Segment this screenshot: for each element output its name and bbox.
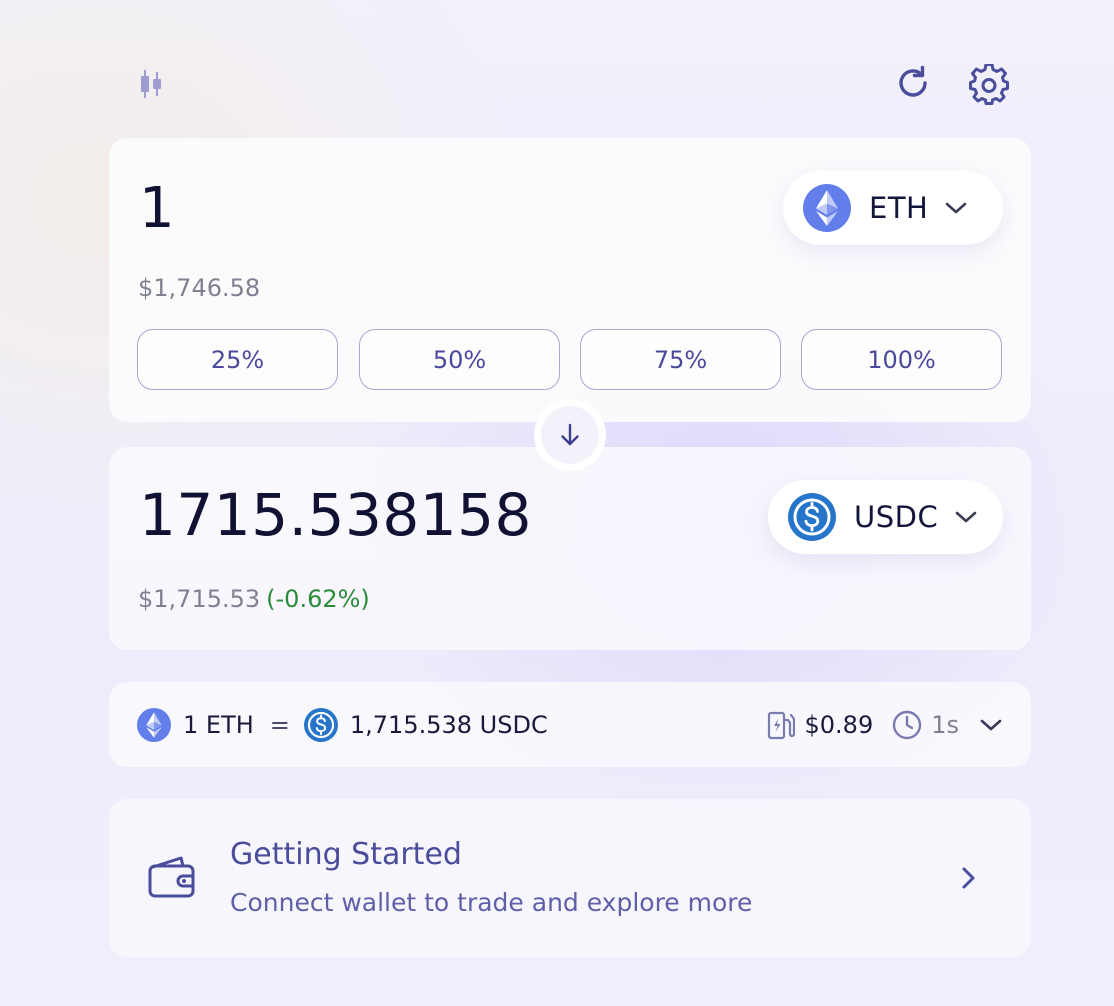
eth-icon: [803, 184, 851, 232]
percent-75-button[interactable]: 75%: [580, 329, 781, 390]
sell-token-selector[interactable]: ETH: [783, 171, 1003, 245]
buy-amount-output: 1715.538158: [139, 481, 532, 549]
candlestick-icon: [141, 70, 161, 98]
rate-equals: =: [269, 710, 290, 739]
chevron-down-icon: [946, 202, 967, 214]
sell-amount-input[interactable]: 1: [139, 174, 175, 244]
rate-from: 1 ETH: [183, 710, 254, 739]
sell-usd-value: $1,746.58: [138, 274, 260, 302]
refresh-button[interactable]: [892, 62, 934, 104]
sell-token-symbol: ETH: [869, 191, 929, 225]
percent-buttons: 25% 50% 75% 100%: [137, 329, 1003, 390]
sell-card: 1 $1,746.58 ETH 25% 50% 75% 100%: [109, 138, 1031, 422]
buy-usd-value: $1,715.53 (-0.62%): [138, 585, 370, 613]
buy-card: 1715.538158 $1,715.53 (-0.62%) USDC: [109, 447, 1031, 650]
rate-summary-card[interactable]: 1 ETH = 1,715.538 USDC $0.89 1s: [109, 682, 1031, 767]
arrow-down-icon: [561, 423, 579, 446]
estimated-time: 1s: [931, 710, 959, 739]
chevron-right-icon: [962, 867, 975, 889]
eth-icon: [137, 707, 171, 742]
chevron-down-icon: [955, 511, 977, 523]
buy-token-symbol: USDC: [854, 500, 939, 534]
usdc-icon: [303, 707, 338, 742]
chart-toggle-button[interactable]: [136, 68, 166, 100]
switch-direction-inner: [541, 406, 599, 464]
switch-direction-button[interactable]: [534, 399, 606, 471]
percent-100-button[interactable]: 100%: [801, 329, 1002, 390]
chevron-down-icon[interactable]: [979, 717, 1003, 733]
getting-started-title: Getting Started: [230, 837, 462, 872]
percent-25-button[interactable]: 25%: [137, 329, 338, 390]
sell-usd-value-text: $1,746.58: [138, 274, 261, 302]
gas-pump-icon: [767, 711, 795, 739]
price-impact: (-0.62%): [266, 585, 370, 613]
gas-fee: $0.89: [804, 710, 874, 739]
getting-started-subtitle: Connect wallet to trade and explore more: [230, 888, 753, 917]
wallet-icon: [148, 856, 195, 898]
settings-button[interactable]: [966, 62, 1012, 108]
exchange-rate: 1 ETH = 1,715.538 USDC: [137, 682, 548, 767]
gear-icon: [969, 64, 1009, 105]
buy-usd-value-text: $1,715.53: [138, 585, 261, 613]
top-toolbar: [0, 0, 1114, 130]
rate-details: $0.89 1s: [767, 682, 1004, 767]
buy-token-selector[interactable]: USDC: [768, 480, 1003, 554]
refresh-icon: [899, 65, 927, 97]
usdc-icon: [788, 493, 836, 541]
getting-started-card[interactable]: Getting Started Connect wallet to trade …: [109, 799, 1031, 957]
clock-icon: [893, 710, 922, 739]
rate-to: 1,715.538 USDC: [349, 710, 548, 739]
percent-50-button[interactable]: 50%: [359, 329, 560, 390]
